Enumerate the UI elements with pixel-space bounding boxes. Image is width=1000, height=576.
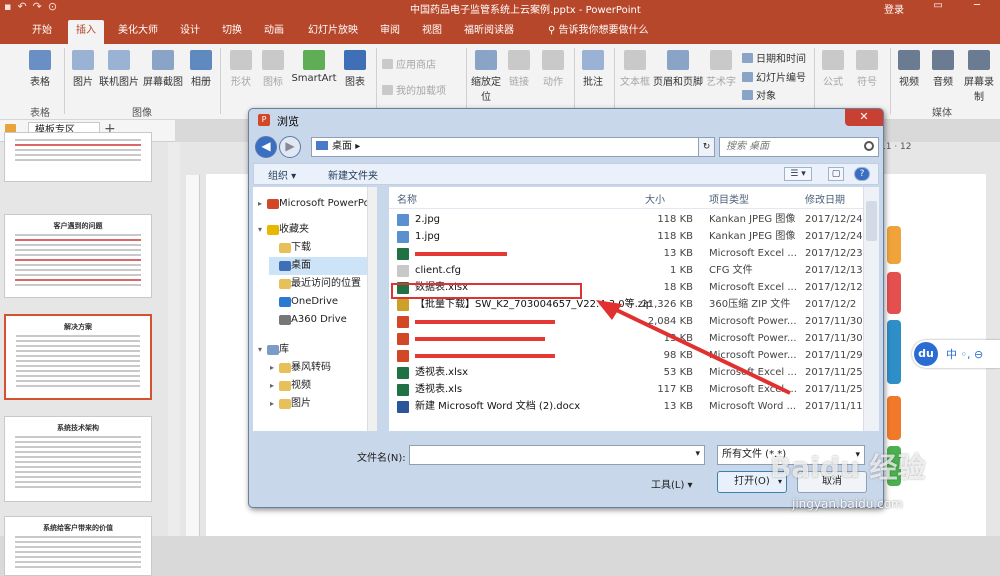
baidu-watermark: Baidu 经验 [770,451,926,484]
slide-thumbnail-line [15,536,141,538]
slide-thumbnail-line [15,561,141,563]
slide-thumbnail-line [15,546,141,548]
slide-thumbnail-line [15,551,141,553]
slide-thumbnail-line [15,556,141,558]
baidu-watermark-url: jingyan.baidu.com [792,497,903,511]
slide-thumbnail-line [15,541,141,543]
slide-thumbnail-line [15,566,141,568]
